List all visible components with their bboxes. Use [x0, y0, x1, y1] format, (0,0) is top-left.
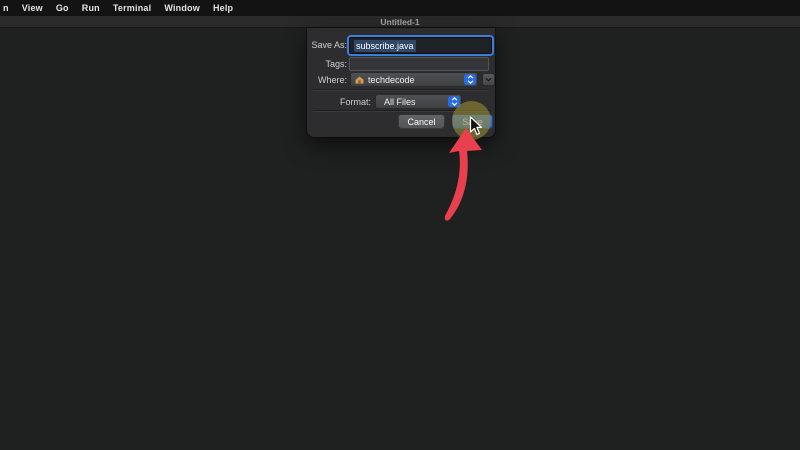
- format-dropdown[interactable]: All Files: [375, 94, 462, 109]
- tags-label: Tags:: [307, 59, 347, 69]
- chevron-down-icon: [485, 77, 492, 82]
- mouse-cursor: [469, 116, 483, 137]
- expand-dialog-button[interactable]: [482, 73, 495, 86]
- menu-item-terminal[interactable]: Terminal: [111, 3, 153, 13]
- red-arrow-annotation: [428, 122, 498, 230]
- menu-item-view[interactable]: View: [20, 3, 45, 13]
- where-stepper-icon[interactable]: [464, 74, 476, 85]
- where-value: techdecode: [368, 75, 415, 85]
- menu-bar: n View Go Run Terminal Window Help: [0, 0, 800, 16]
- where-dropdown[interactable]: techdecode: [350, 72, 478, 87]
- menu-item-window[interactable]: Window: [162, 3, 202, 13]
- menu-item-help[interactable]: Help: [211, 3, 235, 13]
- filename-selected-text: subscribe.java: [354, 40, 416, 52]
- divider: [313, 90, 489, 91]
- menu-item-partial[interactable]: n: [1, 3, 11, 13]
- home-icon: [355, 76, 364, 84]
- menu-item-run[interactable]: Run: [80, 3, 102, 13]
- window-title-bar: Untitled-1: [0, 16, 800, 28]
- where-label: Where:: [307, 75, 347, 85]
- window-title: Untitled-1: [380, 17, 419, 27]
- format-value: All Files: [384, 97, 416, 107]
- filename-input[interactable]: subscribe.java: [349, 37, 492, 54]
- screen: n View Go Run Terminal Window Help Untit…: [0, 0, 800, 450]
- save-as-label: Save As:: [307, 40, 347, 50]
- menu-item-go[interactable]: Go: [54, 3, 71, 13]
- tags-input[interactable]: [349, 57, 489, 71]
- format-label: Format:: [307, 97, 371, 107]
